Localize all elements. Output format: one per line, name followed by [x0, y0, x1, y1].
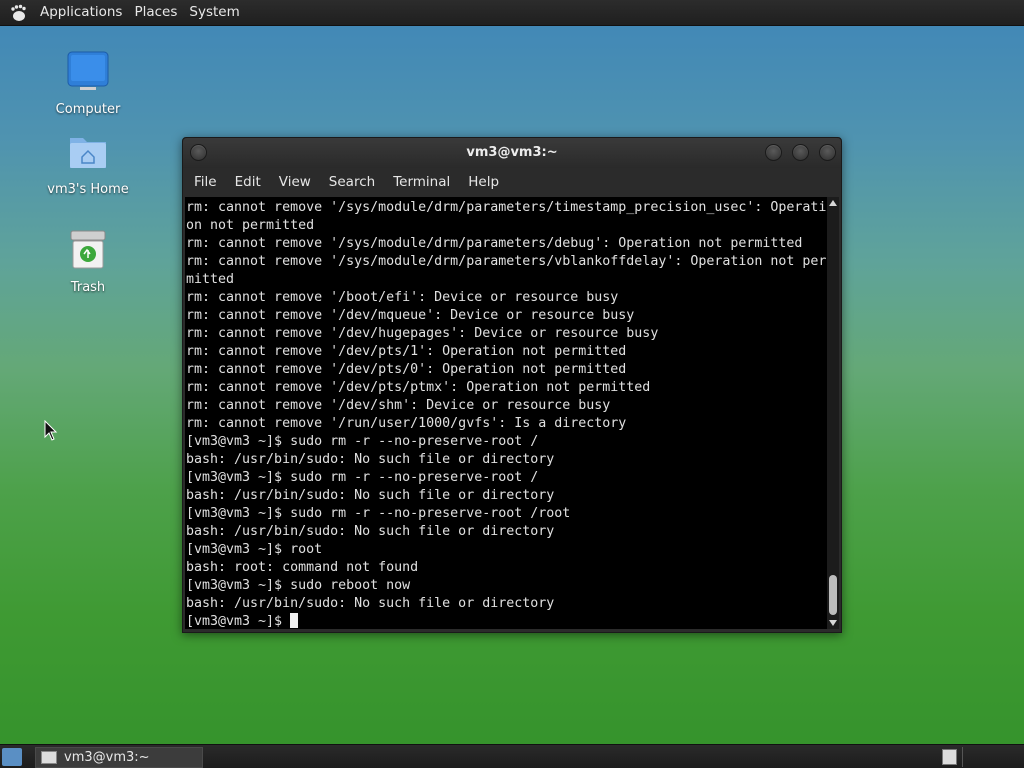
terminal-line: [vm3@vm3 ~]$ sudo reboot now [186, 578, 411, 593]
home-folder-icon [70, 138, 106, 168]
terminal-prompt: [vm3@vm3 ~]$ [186, 614, 291, 629]
terminal-line: on not permitted [186, 218, 315, 233]
terminal-line: bash: /usr/bin/sudo: No such file or dir… [186, 488, 555, 503]
menu-edit[interactable]: Edit [226, 174, 270, 190]
places-menu[interactable]: Places [128, 0, 183, 25]
window-titlebar[interactable]: vm3@vm3:~ [183, 138, 841, 168]
taskbar-window-label: vm3@vm3:~ [64, 750, 150, 765]
terminal-line: rm: cannot remove '/dev/hugepages': Devi… [186, 326, 659, 341]
terminal-line: rm: cannot remove '/dev/pts/1': Operatio… [186, 344, 627, 359]
terminal-line: rm: cannot remove '/dev/mqueue': Device … [186, 308, 635, 323]
window-title: vm3@vm3:~ [466, 145, 558, 160]
close-button[interactable] [819, 144, 836, 161]
terminal-line: rm: cannot remove '/sys/module/drm/param… [186, 236, 803, 251]
trash-icon [70, 230, 106, 269]
terminal-line: [vm3@vm3 ~]$ sudo rm -r --no-preserve-ro… [186, 434, 539, 449]
terminal-line: rm: cannot remove '/sys/module/drm/param… [186, 200, 827, 215]
scroll-down-icon[interactable] [829, 620, 837, 626]
terminal-line: bash: /usr/bin/sudo: No such file or dir… [186, 596, 555, 611]
terminal-line: [vm3@vm3 ~]$ sudo rm -r --no-preserve-ro… [186, 506, 571, 521]
menu-help[interactable]: Help [459, 174, 508, 190]
terminal-line: bash: /usr/bin/sudo: No such file or dir… [186, 524, 555, 539]
terminal-line: rm: cannot remove '/dev/pts/0': Operatio… [186, 362, 627, 377]
gnome-foot-icon[interactable] [7, 2, 29, 24]
terminal-line: bash: /usr/bin/sudo: No such file or dir… [186, 452, 555, 467]
terminal-line: bash: root: command not found [186, 560, 419, 575]
scroll-up-icon[interactable] [829, 200, 837, 206]
desktop-icon-label: Computer [55, 102, 121, 117]
menu-search[interactable]: Search [320, 174, 384, 190]
menu-view[interactable]: View [270, 174, 320, 190]
minimize-button[interactable] [765, 144, 782, 161]
mouse-pointer-icon [44, 420, 58, 441]
terminal-line: mitted [186, 272, 235, 287]
desktop-icon-label: Trash [70, 280, 106, 295]
system-menu[interactable]: System [183, 0, 245, 25]
terminal-line: rm: cannot remove '/run/user/1000/gvfs':… [186, 416, 627, 431]
terminal-line: rm: cannot remove '/sys/module/drm/param… [186, 254, 827, 269]
desktop-icon-home[interactable]: vm3's Home [40, 130, 136, 197]
terminal-line: [vm3@vm3 ~]$ root [186, 542, 323, 557]
terminal-line: rm: cannot remove '/boot/efi': Device or… [186, 290, 619, 305]
show-desktop-icon[interactable] [2, 748, 22, 766]
menu-file[interactable]: File [183, 174, 226, 190]
bottom-panel: vm3@vm3:~ [0, 744, 1024, 768]
desktop-icon-computer[interactable]: Computer [40, 50, 136, 117]
panel-separator [962, 747, 963, 767]
terminal-menubar: File Edit View Search Terminal Help [183, 168, 841, 196]
scrollbar-thumb[interactable] [829, 575, 837, 615]
terminal-cursor [290, 613, 299, 628]
maximize-button[interactable] [792, 144, 809, 161]
workspace-switcher[interactable] [942, 749, 957, 765]
terminal-line: rm: cannot remove '/dev/pts/ptmx': Opera… [186, 380, 651, 395]
desktop-icon-label: vm3's Home [47, 182, 129, 197]
menu-terminal[interactable]: Terminal [384, 174, 459, 190]
computer-icon [67, 51, 109, 90]
terminal-output[interactable]: rm: cannot remove '/sys/module/drm/param… [185, 197, 827, 629]
taskbar-window-button[interactable]: vm3@vm3:~ [35, 747, 203, 768]
terminal-text: rm: cannot remove '/sys/module/drm/param… [185, 197, 827, 629]
top-panel: Applications Places System [0, 0, 1024, 26]
terminal-window[interactable]: vm3@vm3:~ File Edit View Search Terminal… [182, 137, 842, 633]
terminal-window-icon [41, 751, 57, 764]
terminal-line: rm: cannot remove '/dev/shm': Device or … [186, 398, 611, 413]
applications-menu[interactable]: Applications [34, 0, 128, 25]
terminal-line: [vm3@vm3 ~]$ sudo rm -r --no-preserve-ro… [186, 470, 539, 485]
desktop-icon-trash[interactable]: Trash [40, 228, 136, 295]
terminal-scrollbar[interactable] [827, 197, 839, 629]
